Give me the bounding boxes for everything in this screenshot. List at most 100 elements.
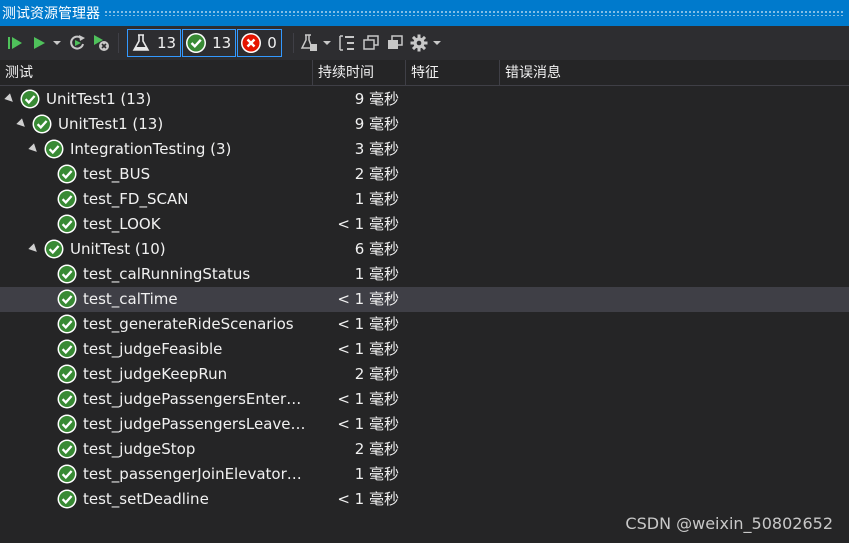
test-name: UnitTest (10) [70,240,166,258]
test-name: test_judgeFeasible [83,340,223,358]
passed-icon [57,189,77,209]
tree-row[interactable]: test_judgeStop 2 毫秒 [0,437,849,462]
tree-row[interactable]: UnitTest1 (13) 9 毫秒 [0,112,849,137]
cancel-run-icon[interactable] [90,31,112,55]
gear-icon[interactable] [408,31,430,55]
tree-row[interactable]: test_BUS 2 毫秒 [0,162,849,187]
tree-row[interactable]: test_LOOK < 1 毫秒 [0,212,849,237]
repeat-run-icon[interactable] [66,31,88,55]
test-name: test_calTime [83,290,178,308]
passed-icon [186,33,207,53]
test-duration: 6 毫秒 [354,240,399,258]
group-by-icon[interactable] [336,31,358,55]
expand-arrow-icon[interactable] [16,118,28,130]
tree-row[interactable]: IntegrationTesting (3) 3 毫秒 [0,137,849,162]
tree-row[interactable]: test_FD_SCAN 1 毫秒 [0,187,849,212]
passed-icon [57,289,77,309]
test-duration: < 1 毫秒 [337,290,399,308]
test-name: test_passengerJoinElevatorsF... [83,465,308,483]
test-name: UnitTest1 (13) [58,115,164,133]
tree-row[interactable]: test_passengerJoinElevatorsF... 1 毫秒 [0,462,849,487]
passed-icon [44,139,64,159]
test-duration: 2 毫秒 [354,440,399,458]
test-name: test_judgePassengersLeaveEl... [83,415,308,433]
test-duration: 1 毫秒 [354,190,399,208]
passed-icon [57,264,77,284]
chevron-down-icon[interactable] [322,31,332,55]
toolbar: 13 13 0 [0,26,849,60]
test-name: test_BUS [83,165,151,183]
test-duration: < 1 毫秒 [337,315,399,333]
watermark-text: CSDN @weixin_50802652 [625,514,833,533]
tree-row[interactable]: test_generateRideScenarios < 1 毫秒 [0,312,849,337]
filter-passed-tests[interactable]: 13 [182,29,237,57]
run-all-icon[interactable] [4,31,26,55]
column-header-test[interactable]: 测试 [0,60,313,86]
copy-icon[interactable] [360,31,382,55]
play-icon[interactable] [28,31,50,55]
tree-row[interactable]: test_setDeadline < 1 毫秒 [0,487,849,512]
flask-icon [132,34,150,51]
test-duration: 9 毫秒 [354,115,399,133]
test-tree: UnitTest1 (13) 9 毫秒 UnitTest1 (13) 9 毫秒 Inte… [0,87,849,512]
tree-row[interactable]: UnitTest1 (13) 9 毫秒 [0,87,849,112]
test-name: test_judgePassengersEnterEl... [83,390,308,408]
column-header-error[interactable]: 错误消息 [500,60,849,86]
passed-icon [57,314,77,334]
outcome-filters: 13 13 0 [127,29,283,57]
filter-failed-tests[interactable]: 0 [237,29,282,57]
window-icon[interactable] [384,31,406,55]
passed-icon [57,414,77,434]
test-duration: 9 毫秒 [354,90,399,108]
passed-icon [57,364,77,384]
toolbar-separator [292,33,294,53]
test-name: test_calRunningStatus [83,265,251,283]
test-name: test_FD_SCAN [83,190,189,208]
test-name: test_LOOK [83,215,161,233]
expand-arrow-icon[interactable] [28,143,40,155]
chevron-down-icon[interactable] [52,31,62,55]
test-duration: < 1 毫秒 [337,415,399,433]
title-grip [104,10,845,16]
panel-title-bar[interactable]: 测试资源管理器 [0,0,849,26]
expand-arrow-icon[interactable] [4,93,16,105]
test-duration: 3 毫秒 [354,140,399,158]
test-duration: 1 毫秒 [354,265,399,283]
test-name: test_setDeadline [83,490,209,508]
test-name: IntegrationTesting (3) [70,140,232,158]
passed-icon [57,164,77,184]
panel-title: 测试资源管理器 [2,6,100,22]
tree-row[interactable]: UnitTest (10) 6 毫秒 [0,237,849,262]
test-duration: < 1 毫秒 [337,490,399,508]
column-header-duration[interactable]: 持续时间 [313,60,406,86]
passed-tests-count: 13 [212,34,232,52]
filter-all-tests[interactable]: 13 [127,29,182,57]
passed-icon [57,389,77,409]
tree-row[interactable]: test_calTime < 1 毫秒 [0,287,849,312]
test-duration: 2 毫秒 [354,365,399,383]
tree-row[interactable]: test_judgePassengersLeaveEl... < 1 毫秒 [0,412,849,437]
failed-tests-count: 0 [267,34,277,52]
tree-row[interactable]: test_calRunningStatus 1 毫秒 [0,262,849,287]
chevron-down-icon[interactable] [432,31,442,55]
column-header-traits[interactable]: 特征 [406,60,500,86]
test-name: test_generateRideScenarios [83,315,294,333]
test-duration: 2 毫秒 [354,165,399,183]
test-duration: < 1 毫秒 [337,340,399,358]
test-duration: < 1 毫秒 [337,215,399,233]
test-duration: 1 毫秒 [354,465,399,483]
expand-arrow-icon[interactable] [28,243,40,255]
passed-icon [57,464,77,484]
all-tests-count: 13 [157,34,177,52]
passed-icon [44,239,64,259]
failed-icon [241,33,262,53]
tree-row[interactable]: test_judgeKeepRun 2 毫秒 [0,362,849,387]
tree-row[interactable]: test_judgeFeasible < 1 毫秒 [0,337,849,362]
tree-row[interactable]: test_judgePassengersEnterEl... < 1 毫秒 [0,387,849,412]
toolbar-separator [118,33,119,53]
passed-icon [32,114,52,134]
column-header-row: 测试 持续时间 特征 错误消息 [0,60,849,86]
playlist-icon[interactable] [298,31,320,55]
passed-icon [57,339,77,359]
passed-icon [57,439,77,459]
